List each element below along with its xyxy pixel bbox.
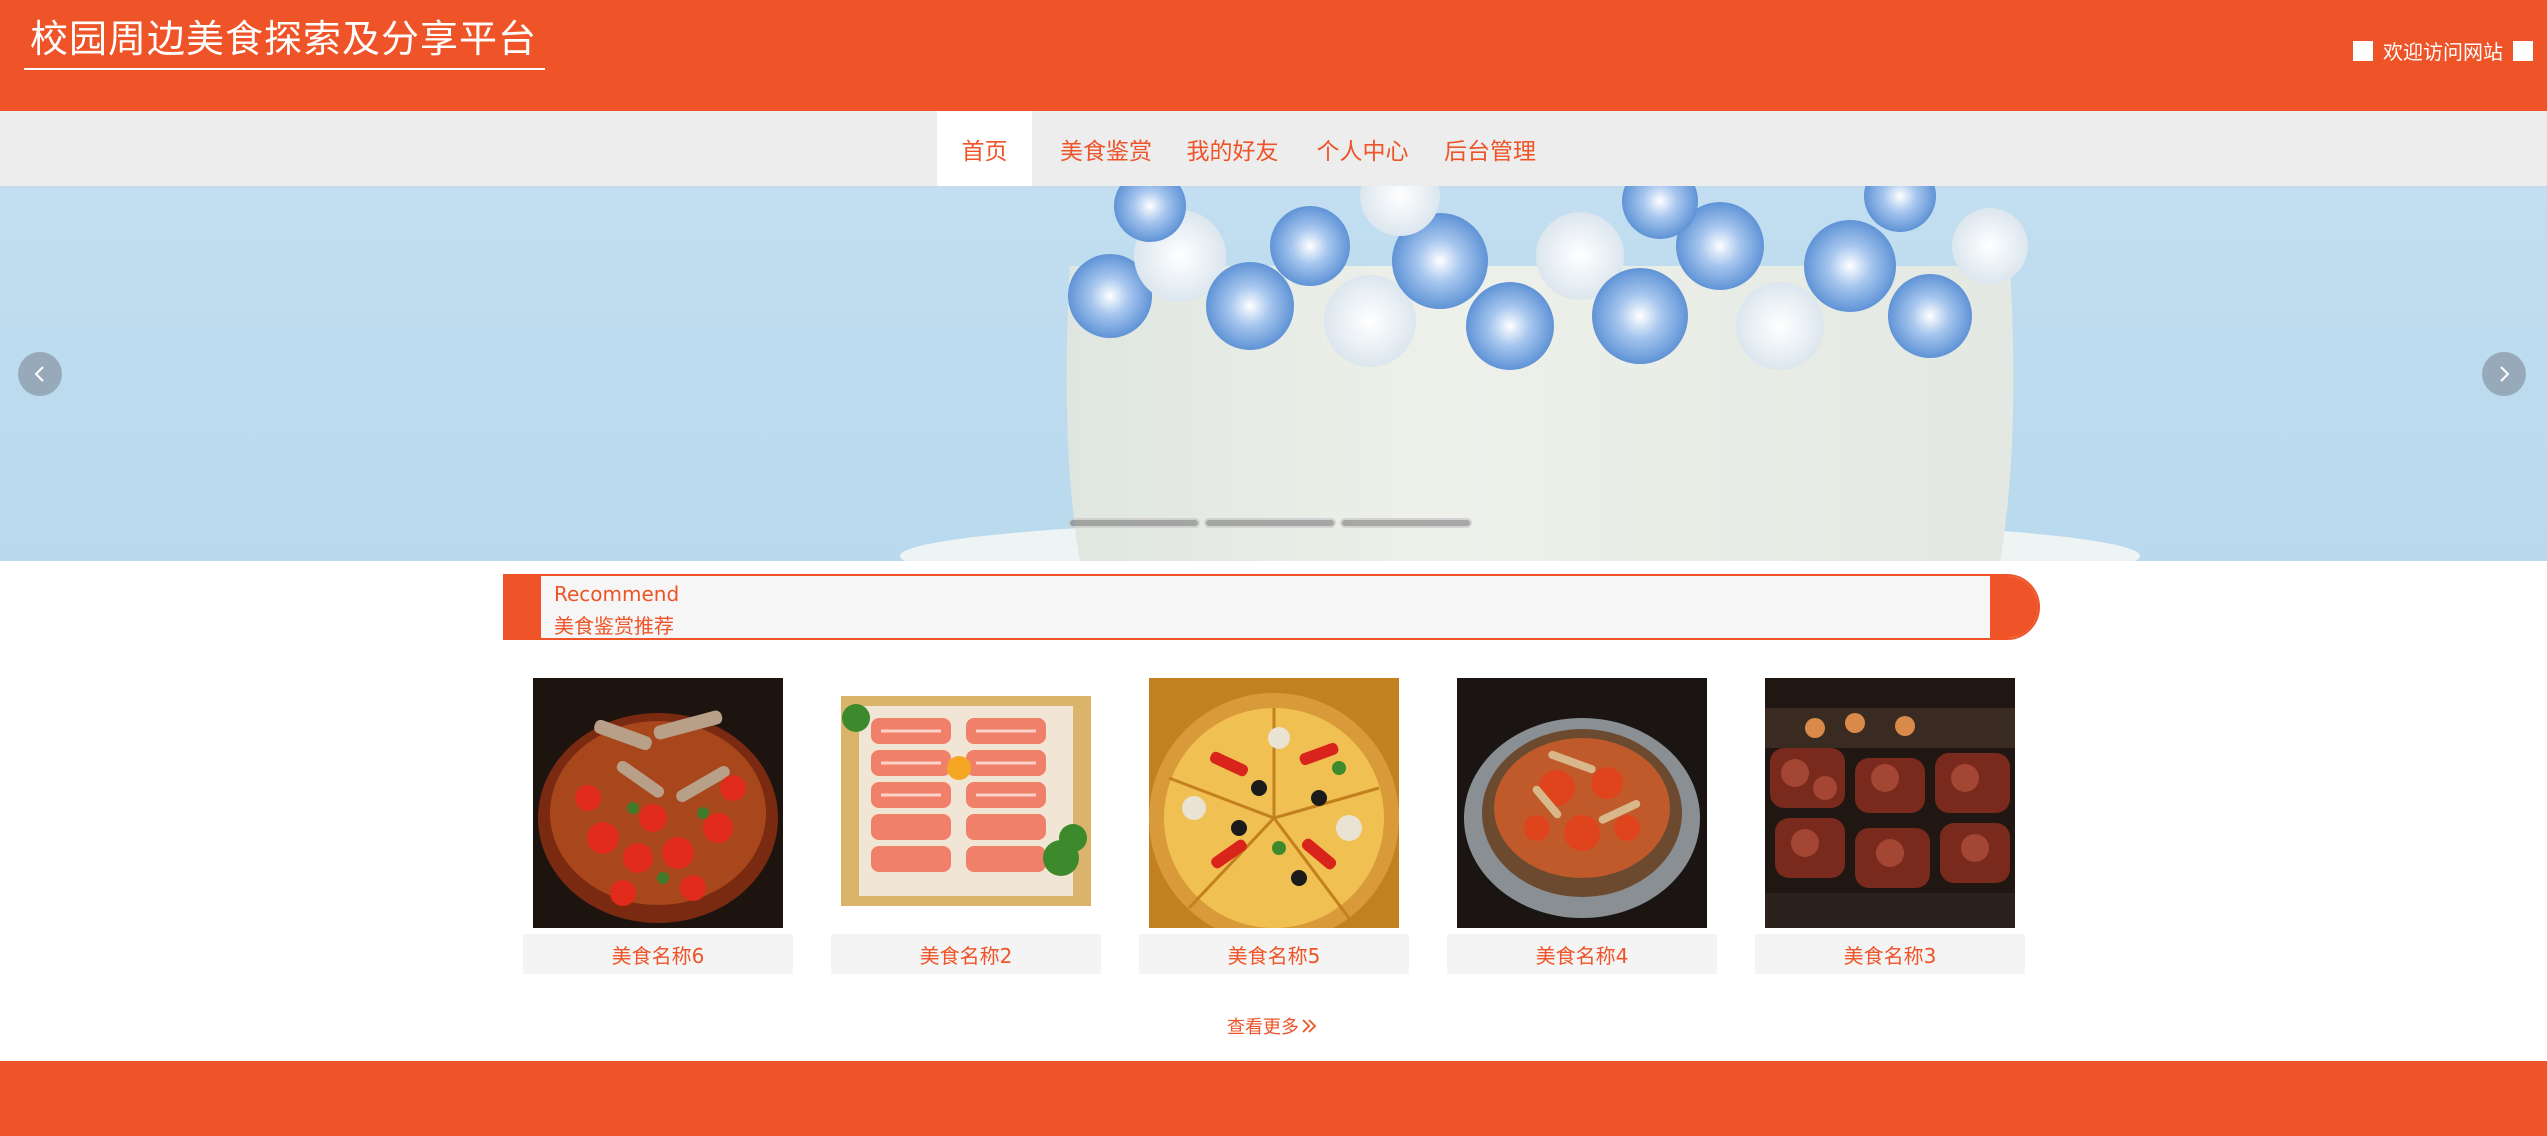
carousel-indicator-2[interactable] (1204, 518, 1336, 528)
recommend-accent-right (1990, 576, 2038, 638)
food-card[interactable]: 美食名称2 (831, 678, 1101, 974)
carousel-indicator-3[interactable] (1340, 518, 1472, 528)
site-header: 校园周边美食探索及分享平台 欢迎访问网站 (0, 0, 2547, 111)
food-name-label[interactable]: 美食名称2 (831, 934, 1101, 974)
nav-item-food-appreciation[interactable]: 美食鉴赏 (1032, 111, 1180, 186)
food-name-label[interactable]: 美食名称6 (523, 934, 793, 974)
recommend-accent-left (505, 576, 541, 638)
carousel-next-button[interactable] (2482, 352, 2526, 396)
food-card[interactable]: 美食名称4 (1447, 678, 1717, 974)
banner-carousel (0, 186, 2547, 561)
food-image-pizza[interactable] (1149, 678, 1399, 928)
carousel-prev-button[interactable] (18, 352, 62, 396)
recommend-section-header: Recommend 美食鉴赏推荐 (503, 574, 2040, 640)
food-card[interactable]: 美食名称5 (1139, 678, 1409, 974)
nav-item-personal-center[interactable]: 个人中心 (1285, 111, 1440, 186)
recommend-title-en: Recommend (554, 582, 680, 606)
square-icon (2513, 40, 2533, 61)
welcome-text: 欢迎访问网站 (2383, 40, 2503, 64)
food-image-spicy-dish[interactable] (533, 678, 783, 928)
food-image-barbecue[interactable] (1765, 678, 2015, 928)
double-chevron-right-icon (1302, 1019, 1317, 1033)
chevron-left-icon (34, 366, 44, 382)
food-image-crab-pot[interactable] (1457, 678, 1707, 928)
nav-items: 首页 美食鉴赏 我的好友 个人中心 后台管理 (937, 111, 1540, 186)
view-more-label: 查看更多 (1227, 1017, 1299, 1038)
nav-item-my-friends[interactable]: 我的好友 (1180, 111, 1285, 186)
recommend-title-cn: 美食鉴赏推荐 (554, 614, 674, 638)
square-icon (2353, 40, 2373, 61)
food-name-label[interactable]: 美食名称3 (1755, 934, 2025, 974)
carousel-indicator-1[interactable] (1068, 518, 1200, 528)
welcome-area: 欢迎访问网站 (2353, 36, 2533, 65)
food-name-label[interactable]: 美食名称5 (1139, 934, 1409, 974)
food-name-label[interactable]: 美食名称4 (1447, 934, 1717, 974)
nav-item-admin[interactable]: 后台管理 (1440, 111, 1540, 186)
food-image-salmon-sashimi[interactable] (841, 678, 1091, 928)
food-card-list: 美食名称6 美食名称2 美食名称5 美食名称4 美食名称3 (523, 678, 2025, 974)
chevron-right-icon (2500, 366, 2510, 382)
carousel-indicators (1068, 518, 1472, 528)
food-card[interactable]: 美食名称3 (1755, 678, 2025, 974)
site-footer (0, 1061, 2547, 1136)
site-title[interactable]: 校园周边美食探索及分享平台 (24, 20, 546, 70)
cake-banner-image (900, 186, 2140, 561)
main-nav: 首页 美食鉴赏 我的好友 个人中心 后台管理 (0, 111, 2547, 186)
view-more-link[interactable]: 查看更多 (1227, 1013, 1317, 1039)
nav-item-home[interactable]: 首页 (937, 111, 1032, 186)
food-card[interactable]: 美食名称6 (523, 678, 793, 974)
